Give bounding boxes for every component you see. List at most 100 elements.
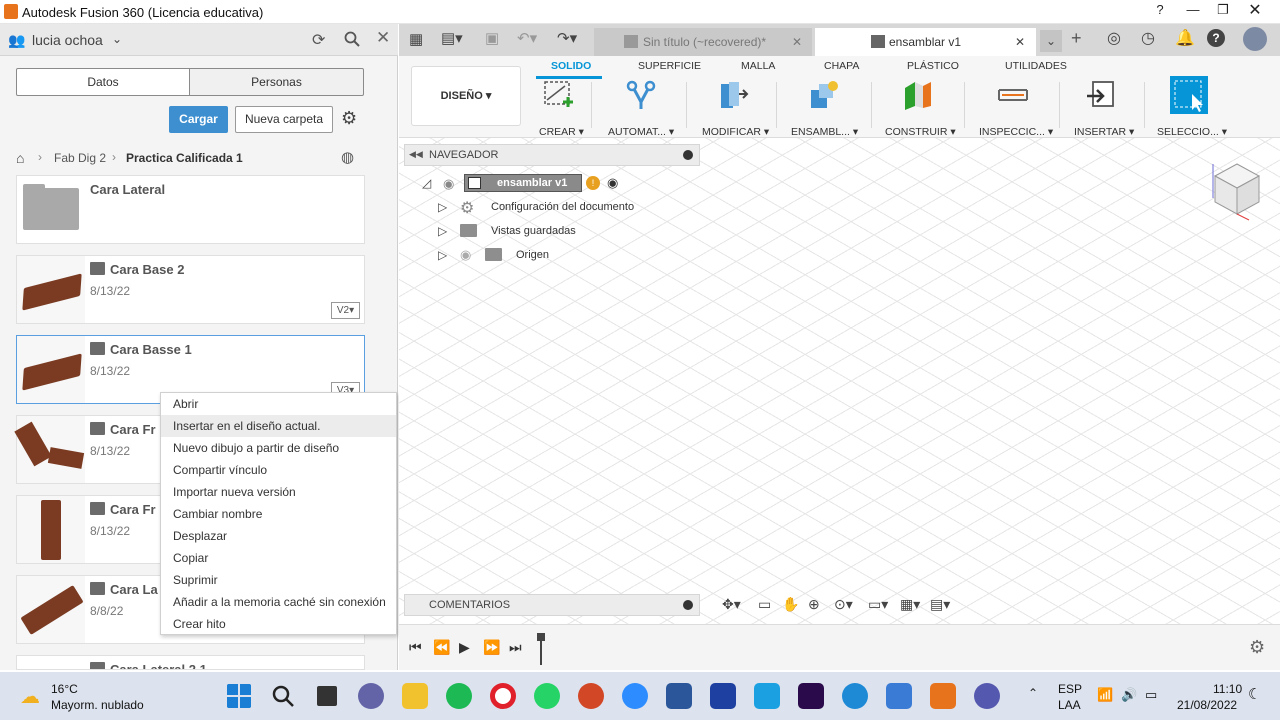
menu-item-import-version[interactable]: Importar nueva versión [161, 481, 396, 503]
tab-ensamblar[interactable]: ensamblar v1 ✕ [815, 28, 1036, 56]
new-folder-button[interactable]: Nueva carpeta [235, 106, 333, 133]
extensions-icon[interactable]: ◎ [1107, 28, 1121, 48]
powerpoint-icon[interactable] [578, 683, 604, 709]
create-menu[interactable]: CREAR ▾ [539, 126, 584, 138]
construct-icon[interactable] [901, 78, 935, 112]
opera-icon[interactable] [490, 683, 516, 709]
wifi-icon[interactable]: 📶 [1097, 687, 1113, 703]
tab-datos[interactable]: Datos [16, 68, 190, 96]
orbit-icon[interactable]: ✥▾ [722, 596, 741, 613]
step-forward-icon[interactable]: ⏩ [483, 639, 500, 656]
inspect-menu[interactable]: INSPECCIC... ▾ [979, 126, 1053, 138]
help-icon[interactable]: ? [1145, 2, 1175, 22]
inspect-icon[interactable] [996, 78, 1030, 112]
help-icon[interactable]: ? [1207, 29, 1225, 47]
viewports-icon[interactable]: ▤▾ [930, 596, 950, 613]
select-icon[interactable] [1170, 76, 1208, 114]
teams-icon[interactable] [974, 683, 1000, 709]
menu-item-milestone[interactable]: Crear hito [161, 613, 396, 635]
tab-sin-titulo[interactable]: Sin título (~recovered)* ✕ [594, 28, 812, 56]
tab-malla[interactable]: MALLA [741, 60, 775, 72]
gear-icon[interactable]: ⚙ [341, 108, 357, 129]
modify-menu[interactable]: MODIFICAR ▾ [702, 126, 769, 138]
collapse-icon[interactable]: ◀◀ [409, 149, 423, 160]
chevron-down-icon[interactable]: ⌄ [112, 32, 122, 46]
clock-time[interactable]: 11:10 [1213, 682, 1242, 696]
search-icon[interactable] [344, 31, 360, 47]
close-tab-icon[interactable]: ✕ [792, 28, 802, 56]
redo-icon[interactable]: ↷▾ [557, 29, 577, 47]
battery-icon[interactable]: ▭ [1145, 687, 1157, 703]
globe-icon[interactable]: ◍ [341, 148, 354, 166]
tree-node-origin[interactable]: Origen [516, 249, 549, 261]
tree-root-node[interactable]: ensamblar v1 [464, 174, 582, 192]
speaker-icon[interactable]: 🔊 [1121, 687, 1137, 703]
home-icon[interactable]: ⌂ [16, 150, 24, 166]
premiere-icon[interactable] [798, 683, 824, 709]
add-comment-icon[interactable] [683, 600, 693, 610]
save-icon[interactable]: ▣ [485, 29, 499, 47]
insert-menu[interactable]: INSERTAR ▾ [1074, 126, 1134, 138]
upload-button[interactable]: Cargar [169, 106, 228, 133]
menu-item-move[interactable]: Desplazar [161, 525, 396, 547]
search-icon[interactable] [270, 683, 296, 709]
list-item[interactable]: Cara Base 2 8/13/22 V2▾ [16, 255, 365, 324]
tree-node-saved-views[interactable]: Vistas guardadas [491, 225, 576, 237]
close-button[interactable]: ✕ [1240, 0, 1270, 20]
chat-icon[interactable] [358, 683, 384, 709]
go-to-start-icon[interactable]: ⏮ [409, 639, 422, 656]
tab-chapa[interactable]: CHAPA [824, 60, 859, 72]
whatsapp-icon[interactable] [534, 683, 560, 709]
eye-icon[interactable]: ◉ [443, 176, 454, 192]
apps-grid-icon[interactable]: ▦ [409, 30, 423, 48]
windows-start-icon[interactable] [226, 683, 252, 709]
fusion360-icon[interactable] [930, 683, 956, 709]
grid-settings-icon[interactable]: ▦▾ [900, 596, 920, 613]
edge-icon[interactable] [842, 683, 868, 709]
list-item[interactable]: Cara Lateral 2 1 [16, 655, 365, 670]
close-tab-icon[interactable]: ✕ [1015, 28, 1025, 56]
maximize-button[interactable]: ❐ [1208, 2, 1238, 22]
notification-icon[interactable]: ☾ [1248, 685, 1261, 703]
undo-icon[interactable]: ↶▾ [517, 29, 537, 47]
notifications-bell-icon[interactable]: 🔔 [1175, 28, 1195, 48]
automate-icon[interactable] [624, 78, 658, 112]
fit-icon[interactable]: ⊙▾ [834, 596, 853, 613]
gear-icon[interactable]: ⚙ [1249, 637, 1265, 658]
activate-radio-icon[interactable]: ◉ [607, 175, 618, 191]
user-name[interactable]: lucia ochoa [32, 32, 103, 48]
word-icon[interactable] [666, 683, 692, 709]
spotify-icon[interactable] [446, 683, 472, 709]
display-settings-icon[interactable]: ▭▾ [868, 596, 888, 613]
minimize-navigator-icon[interactable] [683, 150, 693, 160]
job-status-icon[interactable]: ◷ [1141, 28, 1155, 48]
tab-utilidades[interactable]: UTILIDADES [1005, 60, 1067, 72]
menu-item-copy[interactable]: Copiar [161, 547, 396, 569]
assemble-icon[interactable] [807, 78, 841, 112]
region[interactable]: LAA [1058, 698, 1081, 712]
menu-item-open[interactable]: Abrir [161, 393, 396, 415]
avatar[interactable] [1243, 27, 1267, 51]
file-explorer-icon[interactable] [402, 683, 428, 709]
expand-icon[interactable]: ▷ [438, 200, 447, 214]
file-menu-icon[interactable]: ▤▾ [441, 29, 463, 47]
view-cube-icon[interactable] [1207, 154, 1267, 224]
modify-icon[interactable] [715, 78, 749, 112]
weather-icon[interactable]: ☁ [20, 684, 40, 709]
workspace-selector[interactable]: DISEÑO ▾ [411, 66, 521, 126]
version-dropdown[interactable]: V2▾ [331, 302, 360, 319]
language[interactable]: ESP [1058, 682, 1082, 696]
chevron-up-icon[interactable]: ⌃ [1028, 686, 1038, 700]
expand-icon[interactable]: ▷ [438, 224, 447, 238]
pan-hand-icon[interactable]: ✋ [782, 596, 799, 613]
refresh-icon[interactable]: ⟳ [312, 30, 325, 50]
tab-superficie[interactable]: SUPERFICIE [638, 60, 701, 72]
clock-date[interactable]: 21/08/2022 [1177, 698, 1237, 712]
ccleaner-icon[interactable] [754, 683, 780, 709]
revit-icon[interactable] [710, 683, 736, 709]
eye-hidden-icon[interactable]: ◉ [460, 247, 471, 263]
menu-item-new-drawing[interactable]: Nuevo dibujo a partir de diseño [161, 437, 396, 459]
assemble-menu[interactable]: ENSAMBL... ▾ [791, 126, 858, 138]
menu-item-insert-into-design[interactable]: Insertar en el diseño actual. [161, 415, 396, 437]
play-icon[interactable]: ▶ [459, 639, 470, 656]
